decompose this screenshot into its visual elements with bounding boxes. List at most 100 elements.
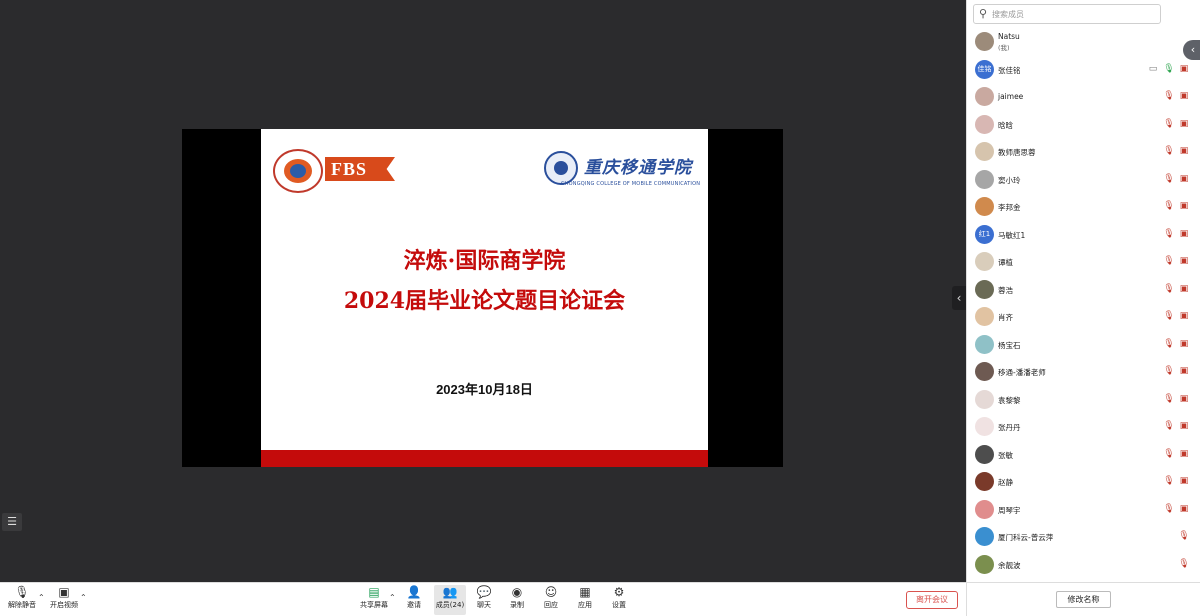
avatar (975, 444, 994, 464)
member-row[interactable]: 谭植 🎙 ▣ (967, 248, 1200, 275)
camera-off-icon: ▣ (1179, 256, 1189, 266)
college-subtitle: CHONGQING COLLEGE OF MOBILE COMMUNICATIO… (561, 181, 701, 187)
mic-muted-icon: 🎙 (1163, 173, 1175, 184)
member-row[interactable]: 厦门科云-曾云萍 🎙 (967, 523, 1200, 550)
member-row[interactable]: 教师唐思蓉 🎙 ▣ (967, 138, 1200, 165)
share-screen-icon: ▤ (368, 585, 380, 599)
slide-title-line2: 2024届毕业论文题目论证会 (343, 288, 626, 314)
avatar: 佳铭 (975, 59, 994, 79)
member-row[interactable]: Natsu (我) (967, 28, 1200, 55)
video-options-caret-icon[interactable]: ⌃ (80, 593, 87, 602)
member-row[interactable]: 赵静 🎙 ▣ (967, 468, 1200, 495)
camera-off-icon: ▣ (1179, 338, 1189, 349)
member-row[interactable]: 晗晗 🎙 ▣ (967, 111, 1200, 138)
avatar (975, 142, 994, 161)
member-name: 周琴宇 (998, 505, 1021, 515)
slide-title-line1: 淬炼·国际商学院 (403, 248, 566, 274)
member-row[interactable]: 袁黎黎 🎙 ▣ (967, 386, 1200, 413)
member-name: 教师唐思蓉 (998, 148, 1036, 157)
member-row[interactable]: 杨宝石 🎙 ▣ (967, 331, 1200, 358)
member-row[interactable]: 红1 马敏红1 🎙 ▣ (967, 221, 1200, 248)
invite-icon: 👤 (406, 585, 422, 599)
member-row[interactable]: 周琴宇 🎙 ▣ (967, 496, 1200, 523)
mic-muted-icon: 🎙 (1178, 558, 1190, 569)
mic-muted-icon: 🎙 (1163, 118, 1175, 129)
meeting-toolbar: 🎙 解除静音 ⌃ ▣ 开启视频 ⌃ ▤ 共享屏幕 ⌃ 👤 邀请 👥 成员(24)… (0, 582, 966, 616)
leave-meeting-button[interactable]: 离开会议 (906, 591, 958, 609)
member-row[interactable]: 张敏 🎙 ▣ (967, 441, 1200, 468)
member-self-tag: (我) (998, 44, 1010, 52)
avatar (975, 169, 994, 189)
invite-button[interactable]: 👤 邀请 (398, 585, 430, 615)
mic-muted-icon: 🎙 (1163, 503, 1175, 514)
mic-muted-icon: 🎙 (14, 585, 30, 599)
camera-off-icon: ▣ (1179, 283, 1189, 294)
member-row[interactable]: 余靓波 🎙 (967, 551, 1200, 578)
mic-muted-icon: 🎙 (1163, 146, 1175, 156)
slide-date: 2023年10月18日 (436, 382, 533, 397)
camera-off-icon: ▣ (58, 585, 70, 599)
mic-muted-icon: 🎙 (1178, 531, 1190, 541)
member-search-input[interactable] (992, 6, 1152, 22)
member-name: 马敏红1 (998, 230, 1026, 240)
member-row[interactable]: 蓉浩 🎙 ▣ (967, 276, 1200, 303)
avatar (975, 362, 994, 381)
member-name: 窦小玲 (998, 175, 1021, 185)
avatar (975, 417, 994, 436)
shared-screen-stage: FBS 重庆移通学院 CHONGQING COLLEGE OF MOBILE C… (0, 0, 966, 582)
rename-button[interactable]: 修改名称 (1056, 591, 1111, 608)
member-row[interactable]: 肖齐 🎙 ▣ (967, 303, 1200, 330)
member-name: 张敏 (998, 450, 1013, 460)
camera-off-icon: ▣ (1179, 421, 1189, 431)
list-icon: ☰ (7, 515, 17, 528)
mic-muted-icon: 🎙 (1163, 448, 1175, 459)
camera-off-icon: ▣ (1179, 448, 1189, 459)
member-row[interactable]: 移通-潘潘老师 🎙 ▣ (967, 358, 1200, 385)
mic-muted-icon: 🎙 (1163, 228, 1175, 239)
avatar (975, 197, 994, 216)
record-icon: ◉ (511, 585, 523, 599)
chat-icon: 💬 (476, 585, 492, 599)
member-name: 李邦金 (998, 203, 1021, 212)
avatar (975, 114, 994, 134)
member-name: Natsu (998, 32, 1020, 41)
search-icon: ⚲ (979, 7, 988, 20)
avatar (975, 279, 994, 299)
avatar (975, 472, 994, 491)
member-row[interactable]: jaimee 🎙 ▣ (967, 83, 1200, 110)
member-name: 肖齐 (998, 313, 1013, 322)
avatar (975, 389, 994, 409)
mic-muted-icon: 🎙 (1163, 283, 1175, 294)
college-name: 重庆移通学院 (584, 158, 692, 178)
member-row[interactable]: 佳铭 张佳铭 ▭ 🎙 ▣ (967, 56, 1200, 83)
college-seal-logo (544, 151, 578, 185)
camera-off-icon: ▣ (1179, 63, 1189, 74)
member-name: 移通-潘潘老师 (998, 368, 1046, 377)
member-search[interactable]: ⚲ (973, 4, 1161, 24)
avatar: 红1 (975, 224, 994, 244)
avatar (975, 307, 994, 326)
member-row[interactable]: 张丹丹 🎙 ▣ (967, 413, 1200, 440)
unmute-button[interactable]: 🎙 解除静音 (6, 585, 38, 615)
member-name: jaimee (998, 92, 1024, 101)
list-menu-button[interactable]: ☰ (2, 513, 22, 531)
settings-button[interactable]: ⚙ 设置 (603, 585, 635, 615)
reaction-icon: ☺ (544, 585, 558, 599)
member-name: 余靓波 (998, 560, 1021, 570)
member-row[interactable]: 李邦金 🎙 ▣ (967, 193, 1200, 220)
share-screen-button[interactable]: ▤ 共享屏幕 (358, 585, 390, 615)
camera-off-icon: ▣ (1179, 228, 1189, 239)
meeting-window: FBS 重庆移通学院 CHONGQING COLLEGE OF MOBILE C… (0, 0, 1200, 616)
chevron-left-icon: ‹ (956, 291, 962, 305)
mic-on-icon: 🎙 (1163, 63, 1175, 74)
collapse-panel-button[interactable]: ‹ (952, 286, 966, 310)
avatar (975, 32, 994, 51)
camera-off-icon: ▣ (1179, 311, 1189, 321)
member-row[interactable]: 窦小玲 🎙 ▣ (967, 166, 1200, 193)
member-name: 张佳铭 (998, 65, 1021, 75)
camera-off-icon: ▣ (1179, 91, 1189, 101)
start-video-button[interactable]: ▣ 开启视频 (48, 585, 80, 615)
gear-icon: ⚙ (613, 585, 625, 599)
mic-muted-icon: 🎙 (1163, 256, 1175, 266)
member-name: 厦门科云-曾云萍 (998, 533, 1054, 542)
